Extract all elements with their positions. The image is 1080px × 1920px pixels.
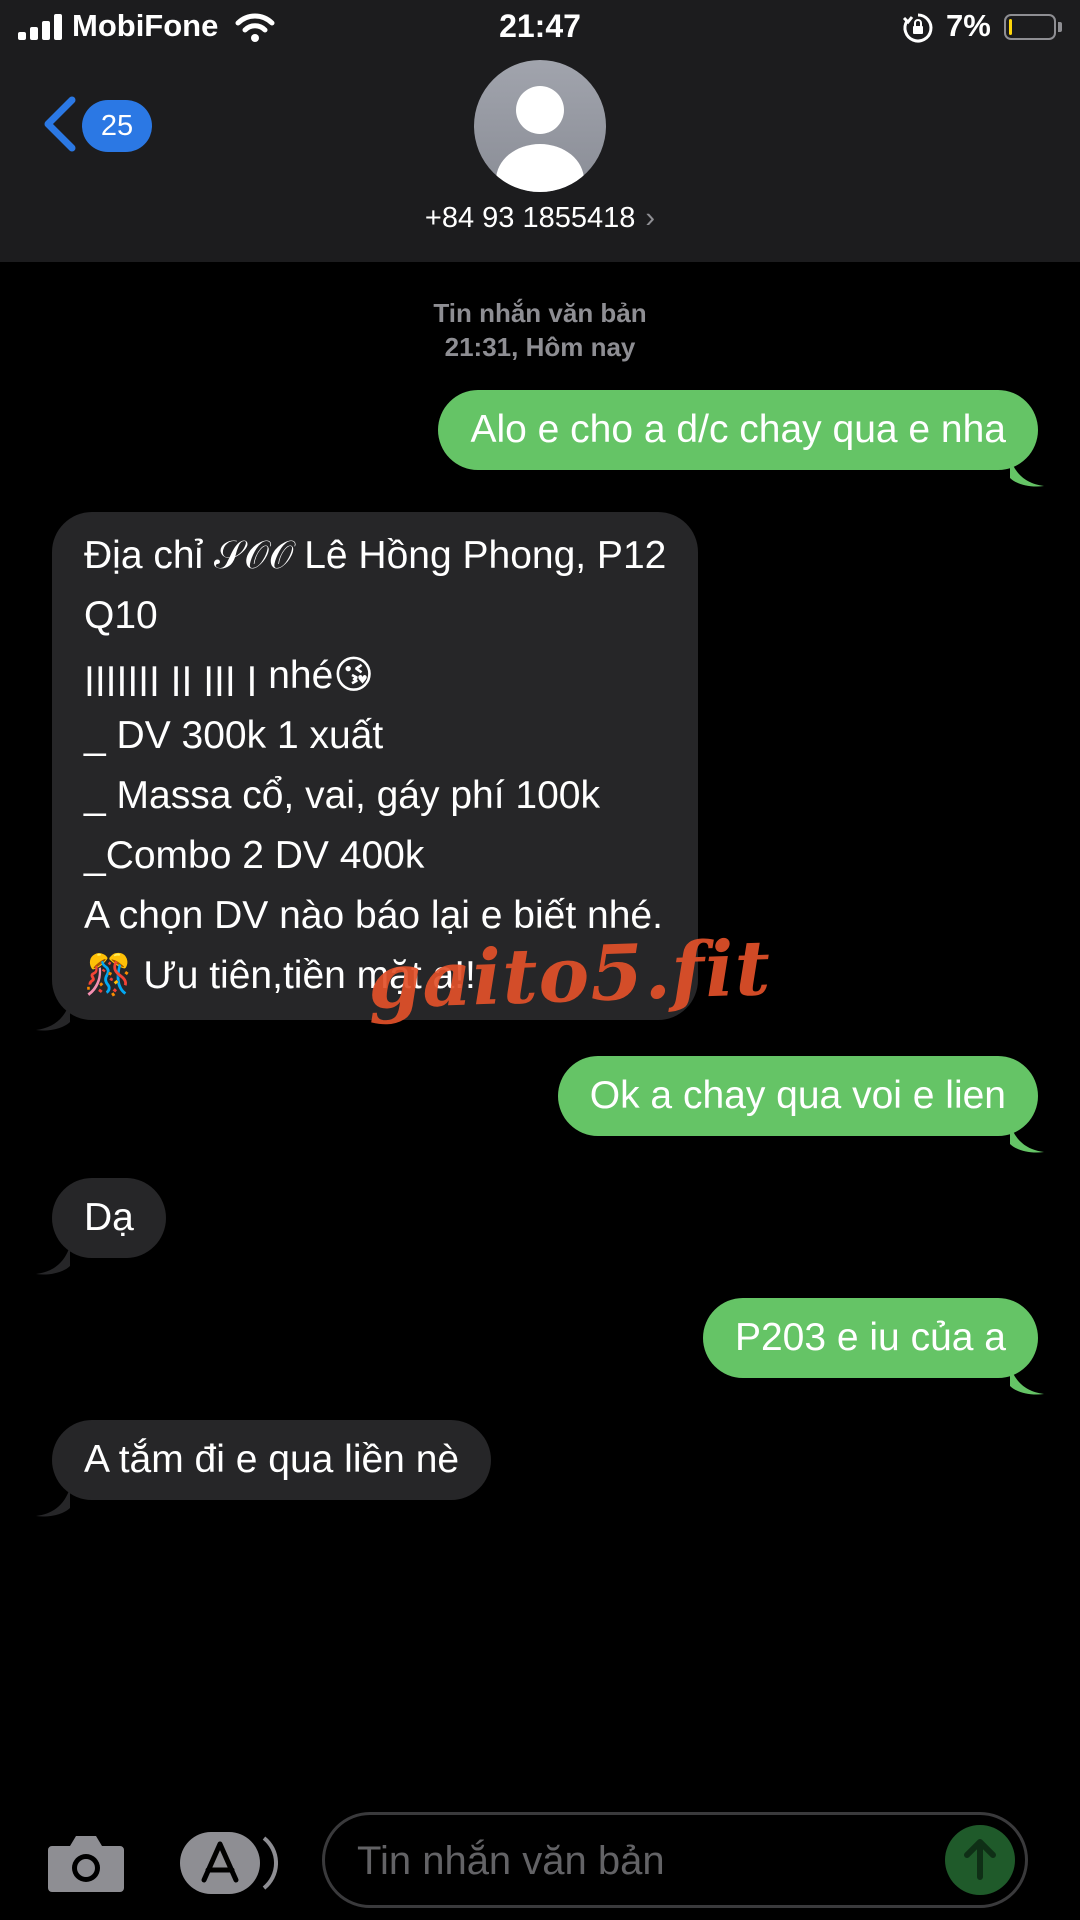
message-line: Địa chỉ 𝒮𝒪𝒪 Lê Hồng Phong, P12	[84, 534, 667, 577]
conversation-header: MobiFone 21:47 7% 25 +84 93 1855418 ›	[0, 0, 1080, 262]
bubble-tail	[1010, 1124, 1044, 1153]
incoming-message[interactable]: A tắm đi e qua liền nè	[52, 1420, 492, 1500]
bubble-tail	[1010, 1366, 1044, 1395]
watermark: gaito5.fit	[366, 922, 773, 1027]
back-chevron-icon[interactable]	[40, 96, 80, 152]
message-line: Ok a chay qua voi e lien	[589, 1074, 1006, 1117]
back-unread-badge[interactable]: 25	[82, 100, 152, 152]
message-line: Alo e cho a d/c chay qua e nha	[470, 408, 1006, 451]
bubble-tail	[36, 1002, 70, 1031]
contact-number: +84 93 1855418	[424, 202, 636, 234]
outgoing-message[interactable]: P203 e iu của a	[702, 1298, 1038, 1378]
status-bar: MobiFone 21:47 7%	[0, 0, 1080, 54]
battery-level	[1009, 19, 1012, 35]
message-line: _ Massa cổ, vai, gáy phí 100k	[84, 774, 600, 817]
contact-name-button[interactable]: +84 93 1855418 ›	[0, 202, 1080, 235]
bubble-tail	[1010, 458, 1044, 487]
camera-icon[interactable]	[46, 1832, 126, 1894]
message-line: _ DV 300k 1 xuất	[84, 714, 384, 757]
message-line: ꞁꞁꞁꞁꞁꞁꞁ ꞁꞁ ꞁꞁꞁ ꞁ nhé😘	[84, 654, 374, 697]
battery-icon	[1004, 14, 1056, 40]
message-line: Dạ	[84, 1196, 134, 1239]
outgoing-message[interactable]: Alo e cho a d/c chay qua e nha	[438, 390, 1038, 470]
app-store-icon[interactable]	[180, 1832, 278, 1894]
outgoing-message[interactable]: Ok a chay qua voi e lien	[557, 1056, 1038, 1136]
compose-field[interactable]	[322, 1812, 1028, 1908]
send-arrow-icon	[964, 1839, 996, 1880]
message-type-label: Tin nhắn văn bản	[433, 298, 647, 328]
message-line: P203 e iu của a	[734, 1316, 1006, 1359]
message-line: A tắm đi e qua liền nè	[84, 1438, 460, 1481]
message-line: Q10	[84, 594, 158, 637]
message-line: _Combo 2 DV 400k	[84, 834, 425, 877]
thread-meta: Tin nhắn văn bản 21:31, Hôm nay	[0, 296, 1080, 364]
bubble-tail	[36, 1488, 70, 1517]
battery-cap	[1058, 22, 1062, 32]
avatar-icon[interactable]	[474, 60, 606, 192]
rotation-lock-icon	[902, 13, 933, 43]
battery-percent: 7%	[946, 8, 991, 43]
thread-timestamp: 21:31, Hôm nay	[444, 332, 636, 362]
chevron-right-icon: ›	[645, 202, 656, 234]
message-input[interactable]	[355, 1829, 919, 1893]
send-button[interactable]	[945, 1825, 1015, 1895]
bubble-tail	[36, 1246, 70, 1275]
